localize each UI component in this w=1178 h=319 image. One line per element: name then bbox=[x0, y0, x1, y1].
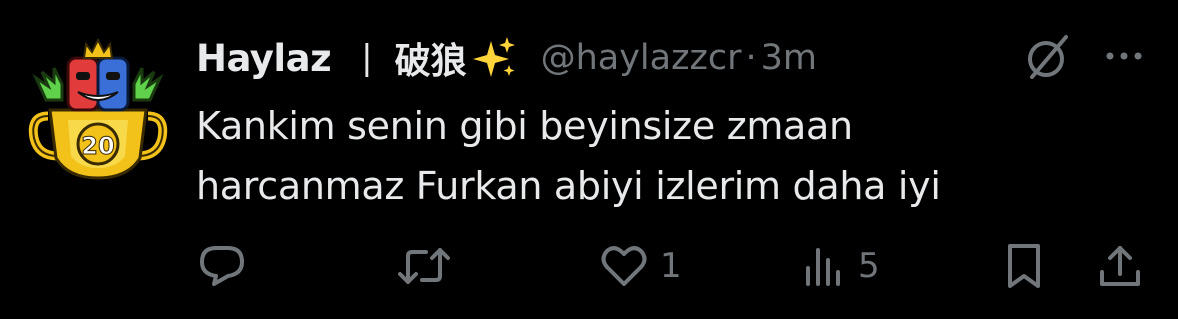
like-count: 1 bbox=[660, 246, 682, 286]
retweet-button[interactable] bbox=[396, 236, 462, 296]
share-button[interactable] bbox=[1094, 236, 1146, 296]
bookmark-button[interactable] bbox=[998, 236, 1050, 296]
name-separator: | bbox=[361, 38, 373, 78]
tweet-text: Kankim senin gibi beyinsize zmaan harcan… bbox=[196, 96, 1156, 216]
dot-separator: · bbox=[745, 38, 757, 78]
handle[interactable]: @haylazzcr bbox=[541, 38, 742, 78]
sparkles-icon bbox=[469, 33, 519, 83]
display-name-extra[interactable]: 破狼 bbox=[395, 32, 467, 84]
views-icon bbox=[800, 240, 848, 292]
tweet[interactable]: 20 Haylaz | 破狼 @haylazzcr · 3m Kankim se… bbox=[0, 0, 1178, 319]
display-name[interactable]: Haylaz bbox=[196, 37, 332, 80]
views-button[interactable]: 5 bbox=[800, 236, 880, 296]
reply-button[interactable] bbox=[196, 236, 258, 296]
share-icon bbox=[1094, 240, 1146, 292]
retweet-icon bbox=[396, 240, 452, 292]
tweet-header: Haylaz | 破狼 @haylazzcr · 3m bbox=[196, 30, 817, 86]
like-button[interactable]: 1 bbox=[598, 236, 682, 296]
avatar[interactable]: 20 bbox=[28, 37, 168, 188]
bookmark-icon bbox=[998, 240, 1050, 292]
tweet-text-line-1: Kankim senin gibi beyinsize zmaan bbox=[196, 104, 853, 148]
tweet-text-line-2: harcanmaz Furkan abiyi izlerim daha iyi bbox=[196, 164, 941, 208]
avatar-badge-number: 20 bbox=[81, 132, 114, 160]
timestamp[interactable]: 3m bbox=[761, 38, 817, 78]
reply-icon bbox=[196, 240, 248, 292]
views-count: 5 bbox=[858, 246, 880, 286]
heart-icon bbox=[598, 240, 650, 292]
grok-icon[interactable] bbox=[1018, 31, 1074, 83]
more-icon[interactable] bbox=[1100, 36, 1148, 76]
